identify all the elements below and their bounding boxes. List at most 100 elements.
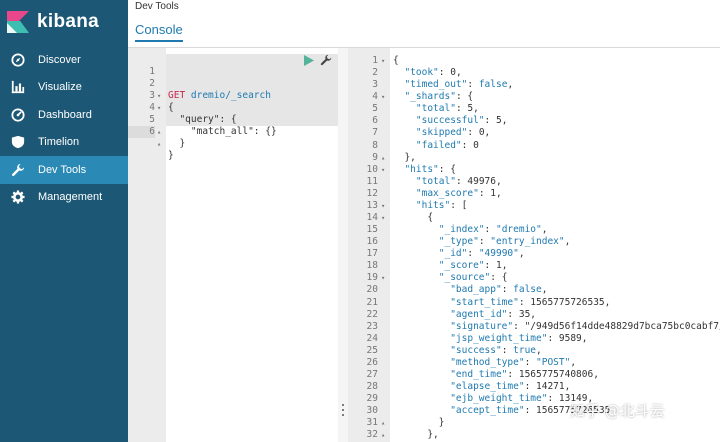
fold-toggle-icon[interactable]: ▾	[381, 55, 389, 67]
line-number: 12	[366, 187, 378, 199]
gear-icon	[10, 189, 26, 205]
output-line[interactable]: 19 ▾ "_source": {	[348, 272, 720, 284]
editor-line[interactable]: 6 ▴ }	[128, 114, 338, 161]
json-text: "hits": [	[415, 199, 468, 211]
output-line[interactable]: 26 "method_type": "POST",	[348, 357, 720, 369]
sidebar-nav: Discover Visualize Dashboard Timelion De…	[0, 46, 128, 211]
output-line[interactable]: 6 "successful": 5,	[348, 115, 720, 127]
output-line[interactable]: 20 "bad_app": false,	[348, 284, 720, 296]
output-line[interactable]: 18 "_score": 1,	[348, 260, 720, 272]
sidebar-item-label: Dev Tools	[38, 163, 87, 176]
json-text: "start_time": 1565775726535,	[450, 296, 611, 308]
compass-icon	[10, 52, 26, 68]
output-line[interactable]: 3 "timed_out": false,	[348, 79, 720, 91]
line-number: 14	[366, 212, 378, 224]
output-line[interactable]: 10 ▾ "hits": {	[348, 164, 720, 176]
output-line[interactable]: 23 "signature": "/949d56f14dde48829d7bca…	[348, 321, 720, 333]
line-number: 10	[366, 163, 378, 175]
json-text: "method_type": "POST",	[450, 356, 577, 368]
play-icon[interactable]	[304, 55, 314, 66]
output-line[interactable]: 8 "failed": 0	[348, 140, 720, 152]
output-line[interactable]: 2 "took": 0,	[348, 67, 720, 79]
output-line[interactable]: 24 "jsp_weight_time": 9589,	[348, 333, 720, 345]
output-line[interactable]: 22 "agent_id": 35,	[348, 309, 720, 321]
line-number: 4	[372, 91, 378, 103]
dashboard-icon	[10, 107, 26, 123]
fold-toggle-icon[interactable]: ▾	[381, 164, 389, 176]
response-output[interactable]: 1 ▾{2 "took": 0, 3 "timed_out": false, 4 ▾ "…	[348, 48, 720, 442]
fold-toggle-icon[interactable]: ▴	[381, 417, 389, 429]
output-line[interactable]: 5 "total": 5,	[348, 103, 720, 115]
json-text: "skipped": 0,	[415, 127, 491, 139]
sidebar-item-timelion[interactable]: Timelion	[0, 129, 128, 157]
watermark: 知乎 @北斗云	[570, 402, 665, 420]
line-number: 20	[366, 284, 378, 296]
sidebar-item-label: Management	[38, 191, 103, 204]
fold-toggle-icon[interactable]: ▴	[157, 138, 165, 150]
sidebar-item-dashboard[interactable]: Dashboard	[0, 101, 128, 129]
output-line[interactable]: 16 "_type": "entry_index",	[348, 236, 720, 248]
kibana-logo-icon	[7, 11, 29, 33]
json-text: {	[393, 212, 434, 224]
output-line[interactable]: 11 "total": 49976,	[348, 176, 720, 188]
wrench-icon[interactable]	[320, 54, 332, 66]
sidebar-item-management[interactable]: Management	[0, 184, 128, 212]
json-text: "signature": "/949d56f14dde48829d7bca75b…	[450, 320, 720, 332]
json-text: "_score": 1,	[438, 260, 508, 272]
fold-toggle-icon[interactable]: ▾	[381, 212, 389, 224]
line-number: 3	[372, 79, 378, 91]
fold-toggle-icon[interactable]: ▴	[381, 152, 389, 164]
json-text: "_id": "49990",	[438, 248, 525, 260]
line-number: 24	[366, 332, 378, 344]
output-line[interactable]: 32 ▴ },	[348, 429, 720, 441]
editor-line[interactable]: 4 "match_all": {}	[128, 90, 338, 137]
line-number: 30	[366, 405, 378, 417]
output-lines: 1 ▾{2 "took": 0, 3 "timed_out": false, 4 ▾ "…	[348, 55, 720, 442]
fold-toggle-icon[interactable]: ▾	[381, 91, 389, 103]
tab-console[interactable]: Console	[135, 22, 183, 42]
json-text: "max_score": 1,	[415, 187, 502, 199]
output-line[interactable]: 27 "end_time": 1565775740806,	[348, 369, 720, 381]
line-number: 7	[372, 127, 378, 139]
json-text: },	[393, 151, 416, 163]
line-number: 19	[366, 272, 378, 284]
editor-line[interactable]: 5 ▴ }	[128, 102, 338, 149]
json-text: "failed": 0	[415, 139, 479, 151]
json-text: "_index": "dremio",	[438, 224, 548, 236]
drag-handle-icon	[341, 404, 345, 416]
pane-resize-handle[interactable]	[338, 48, 348, 442]
fold-toggle-icon[interactable]: ▾	[381, 200, 389, 212]
sidebar-item-visualize[interactable]: Visualize	[0, 74, 128, 102]
json-text: "end_time": 1565775740806,	[450, 369, 599, 381]
output-line[interactable]: 21 "start_time": 1565775726535,	[348, 297, 720, 309]
output-line[interactable]: 28 "elapse_time": 14271,	[348, 381, 720, 393]
fold-toggle-icon[interactable]: ▾	[381, 272, 389, 284]
output-line[interactable]: 25 "success": true,	[348, 345, 720, 357]
sidebar-item-discover[interactable]: Discover	[0, 46, 128, 74]
line-number: 2	[372, 67, 378, 79]
json-text: {	[393, 55, 399, 66]
output-line[interactable]: 17 "_id": "49990",	[348, 248, 720, 260]
sidebar-item-dev-tools[interactable]: Dev Tools	[0, 156, 128, 184]
output-line[interactable]: 9 ▴ },	[348, 152, 720, 164]
output-line[interactable]: 12 "max_score": 1,	[348, 188, 720, 200]
output-line[interactable]: 4 ▾ "_shards": {	[348, 91, 720, 103]
editor-line[interactable]: 3 ▾ "query": {	[128, 78, 338, 125]
output-line[interactable]: 7 "skipped": 0,	[348, 127, 720, 139]
output-line[interactable]: 14 ▾ {	[348, 212, 720, 224]
line-number: 32	[366, 429, 378, 441]
sidebar-item-label: Timelion	[38, 136, 80, 149]
page-title: Dev Tools	[135, 1, 179, 12]
output-line[interactable]: 15 "_index": "dremio",	[348, 224, 720, 236]
request-editor[interactable]: 1 GET dremio/_search 2 ▾ { 3 ▾ "query": …	[128, 48, 338, 442]
wrench-icon	[10, 162, 26, 178]
brand[interactable]: kibana	[0, 0, 128, 44]
json-text: "_source": {	[438, 272, 508, 284]
editor-line[interactable]: 2 ▾ {	[128, 66, 338, 113]
output-line[interactable]: 13 ▾ "hits": [	[348, 200, 720, 212]
output-line[interactable]: 1 ▾ {	[348, 55, 720, 67]
fold-toggle-icon[interactable]: ▴	[381, 429, 389, 441]
json-text: "timed_out": false,	[404, 79, 514, 91]
bar-chart-icon	[10, 79, 26, 95]
line-number: 31	[366, 417, 378, 429]
